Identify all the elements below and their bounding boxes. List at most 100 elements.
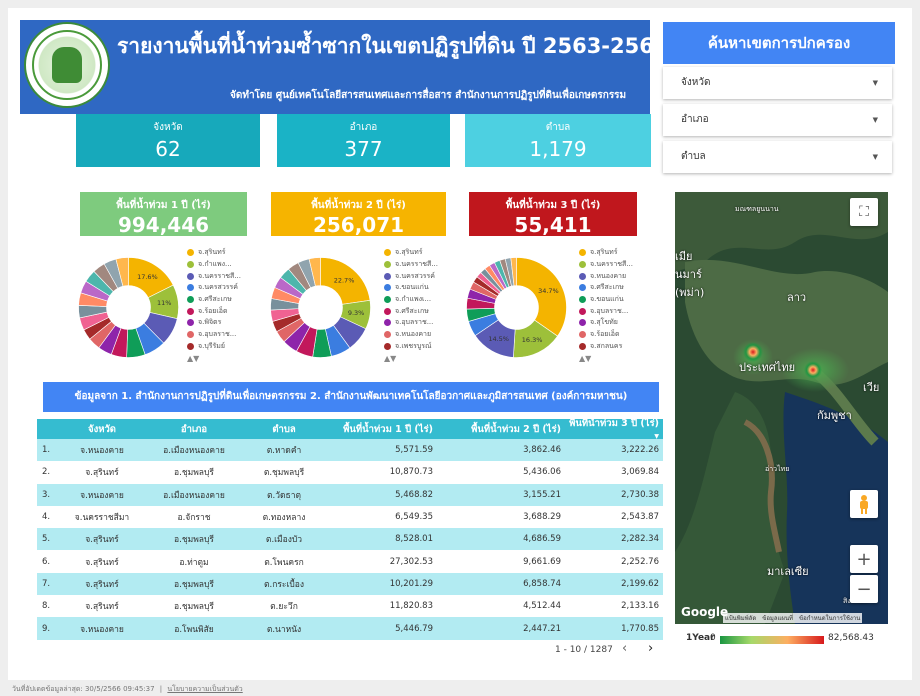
col-header-flood-2yr[interactable]: พื้นที่น้ำท่วม 2 ปี (ไร่): [437, 422, 565, 437]
map-data-link[interactable]: ข้อมูลแผนที่: [762, 613, 793, 623]
legend-pager-icon[interactable]: ▲▼: [384, 354, 438, 363]
flood-3yr-cell: 2,282.34: [621, 534, 659, 545]
table-row[interactable]: 8. จ.สุรินทร์ อ.ชุมพลบุรี ต.ยะวึก 11,820.83 4…: [37, 595, 663, 617]
pie-legend-3yr: จ.สุรินทร์ จ.นครราชสี... จ.หนองคาย จ.ศรีสะเ…: [579, 247, 633, 363]
col-header-province[interactable]: จังหวัด: [59, 422, 145, 437]
terms-link[interactable]: ข้อกำหนดในการใช้งาน: [799, 613, 860, 623]
legend-label: จ.ร้อยเอ็ด: [198, 306, 228, 315]
flood-1yr-cell: 11,820.83: [389, 601, 433, 612]
zoom-in-icon[interactable]: +: [850, 545, 878, 573]
legend-label: จ.กำแพงเ...: [395, 295, 432, 304]
legend-swatch: [579, 319, 586, 327]
legend-item: จ.หนองคาย: [579, 270, 633, 282]
stat-label: จังหวัด: [153, 122, 183, 133]
row-index: 3.: [42, 489, 51, 500]
legend-swatch: [384, 331, 391, 339]
district-dropdown[interactable]: อำเภอ ▼: [663, 104, 892, 136]
prev-page-icon[interactable]: ‹: [622, 641, 627, 656]
legend-swatch: [384, 249, 391, 257]
table-row[interactable]: 4. จ.นครราชสีมา อ.จักราช ต.ทองหลาง 6,549.35 3…: [37, 506, 663, 528]
legend-item: จ.สุรินทร์: [384, 247, 438, 259]
map-attribution: แป้นพิมพ์ลัด ข้อมูลแผนที่ ข้อกำหนดในการใ…: [723, 613, 863, 623]
stat-card-district: อำเภอ 377: [277, 114, 450, 167]
legend-swatch: [187, 342, 194, 350]
dropdown-label: อำเภอ: [681, 114, 709, 125]
table-header: จังหวัด อำเภอ ตำบล พื้นที่น้ำท่วม 1 ปี (…: [37, 416, 663, 442]
col-header-subdistrict[interactable]: ตำบล: [243, 422, 325, 437]
legend-swatch: [187, 261, 194, 269]
subdistrict-cell: ต.วัดธาตุ: [267, 490, 301, 501]
legend-label: จ.สุรินทร์: [395, 248, 423, 257]
province-dropdown[interactable]: จังหวัด ▼: [663, 67, 892, 99]
search-panel-title: ค้นหาเขตการปกครอง: [663, 22, 895, 64]
legend-item: จ.อุบลราช...: [187, 329, 241, 341]
google-logo: Google: [681, 605, 729, 619]
flood-card-label: พื้นที่น้ำท่วม 1 ปี (ไร่): [116, 200, 211, 211]
flood-3yr-cell: 2,730.38: [621, 489, 659, 500]
flood-1yr-cell: 8,528.01: [395, 534, 433, 545]
row-index: 6.: [42, 556, 51, 567]
legend-label: จ.บุรีรัมย์: [198, 341, 226, 350]
legend-item: จ.นครสวรรค์: [187, 282, 241, 294]
legend-label: จ.สุโขทัย: [590, 318, 618, 327]
legend-item: จ.สกลนคร: [579, 341, 633, 353]
keyboard-shortcuts-link[interactable]: แป้นพิมพ์ลัด: [725, 613, 756, 623]
flood-card-value: 55,411: [514, 213, 592, 237]
legend-swatch: [579, 261, 586, 269]
legend-item: จ.พิจิตร: [187, 317, 241, 329]
fullscreen-icon[interactable]: ⛶: [850, 198, 878, 226]
legend-swatch: [187, 307, 194, 315]
col-header-district[interactable]: อำเภอ: [145, 422, 243, 437]
stat-label: ตำบล: [545, 122, 571, 133]
table-row[interactable]: 7. จ.สุรินทร์ อ.ชุมพลบุรี ต.กระเบื้อง 10,201…: [37, 572, 663, 596]
pegman-icon[interactable]: [850, 490, 878, 518]
row-index: 9.: [42, 623, 51, 634]
district-cell: อ.ชุมพลบุรี: [174, 579, 214, 590]
privacy-link[interactable]: นโยบายความเป็นส่วนตัว: [167, 685, 242, 693]
flood-card-value: 994,446: [117, 213, 210, 237]
col-header-flood-3yr[interactable]: พื้นที่น้ำท่วม 3 ปี (ไร่) ▾: [565, 416, 663, 442]
table-row[interactable]: 9. จ.หนองคาย อ.โพนพิสัย ต.นาหนัง 5,446.79 2,4…: [37, 617, 663, 640]
flood-3yr-cell: 2,252.76: [621, 556, 659, 567]
col-header-flood-1yr[interactable]: พื้นที่น้ำท่วม 1 ปี (ไร่): [325, 422, 437, 437]
map-label-malaysia: มาเลเซีย: [767, 565, 809, 578]
next-page-icon[interactable]: ›: [648, 641, 653, 656]
table-row[interactable]: 3. จ.หนองคาย อ.เมืองหนองคาย ต.วัดธาตุ 5,468.…: [37, 483, 663, 506]
map-view[interactable]: มณฑลยูนนาน เมียนมาร์ (พม่า) ลาว ประเทศไท…: [675, 192, 888, 624]
legend-swatch: [187, 284, 194, 292]
district-cell: อ.โพนพิสัย: [174, 624, 214, 635]
legend-item: จ.กำแพงเ...: [384, 294, 438, 306]
legend-label: จ.นครราชสี...: [198, 271, 241, 280]
legend-swatch: [579, 342, 586, 350]
legend-pager-icon[interactable]: ▲▼: [579, 354, 633, 363]
pie-percent-label: 16.3%: [522, 336, 543, 344]
map-label-gulf: อ่าวไทย: [765, 465, 790, 473]
table-row[interactable]: 5. จ.สุรินทร์ อ.ชุมพลบุรี ต.เมืองบัว 8,528.0…: [37, 528, 663, 551]
pie-percent-label: 9.3%: [348, 309, 365, 317]
province-cell: จ.สุรินทร์: [85, 579, 119, 590]
stat-value: 377: [344, 137, 383, 161]
subdistrict-dropdown[interactable]: ตำบล ▼: [663, 141, 892, 173]
legend-label: จ.ขอนแก่น: [590, 295, 624, 304]
legend-item: จ.หนองคาย: [384, 329, 438, 341]
legend-label: จ.ศรีสะเกษ: [590, 283, 624, 292]
zoom-out-icon[interactable]: −: [850, 575, 878, 603]
legend-pager-icon[interactable]: ▲▼: [187, 354, 241, 363]
table-row[interactable]: 2. จ.สุรินทร์ อ.ชุมพลบุรี ต.ชุมพลบุรี 10,870…: [37, 461, 663, 483]
pie-chart-3yr: 34.7% 16.3% 14.5%: [466, 257, 567, 358]
legend-label: จ.ศรีสะเกษ: [395, 306, 429, 315]
province-cell: จ.สุรินทร์: [85, 602, 119, 613]
stat-value: 62: [155, 137, 181, 161]
map-label-cambodia: กัมพูชา: [817, 409, 852, 422]
legend-label: จ.ร้อยเอ็ด: [590, 330, 620, 339]
last-updated-text: วันที่อัปเดตข้อมูลล่าสุด: 30/5/2566 09:4…: [12, 685, 155, 693]
table-row[interactable]: 1. จ.หนองคาย อ.เมืองหนองคาย ต.หาดคำ 5,571.59…: [37, 439, 663, 462]
flood-3yr-cell: 2,199.62: [621, 578, 659, 589]
table-row[interactable]: 6. จ.สุรินทร์ อ.ท่าตูม ต.โพนครก 27,302.53 9,6…: [37, 550, 663, 572]
flood-1yr-cell: 6,549.35: [395, 512, 433, 523]
district-cell: อ.เมืองหนองคาย: [163, 490, 225, 501]
flood-2yr-card: พื้นที่น้ำท่วม 2 ปี (ไร่) 256,071: [271, 192, 446, 237]
legend-label: จ.นครราชสี...: [590, 260, 633, 269]
legend-swatch: [187, 296, 194, 304]
pie-slice[interactable]: [516, 257, 567, 337]
